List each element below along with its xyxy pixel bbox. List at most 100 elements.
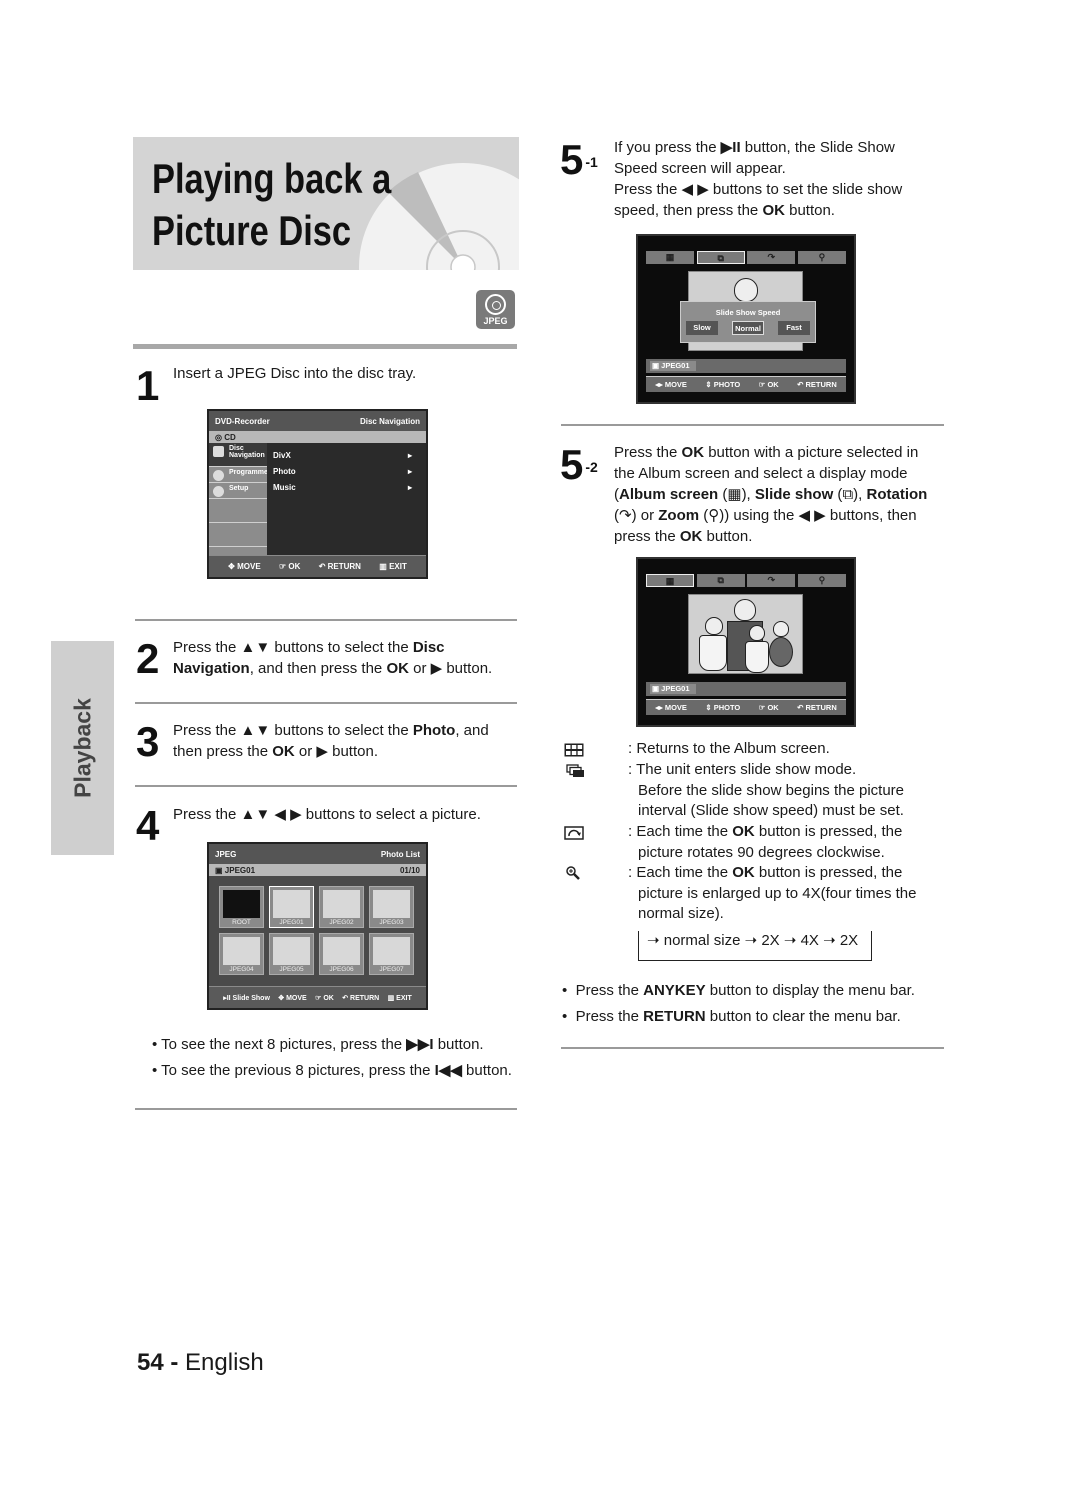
folder-thumbnail: [223, 890, 260, 918]
page-title-line-2: Picture Disc: [152, 207, 352, 254]
legend-zoom-text: : Each time the OK button is pressed, th…: [628, 864, 917, 923]
folder-icon: ▣: [652, 684, 662, 693]
footer-return: RETURN: [327, 562, 361, 571]
file-name: JPEG01: [661, 684, 690, 693]
menu-item-music[interactable]: Music ▸: [273, 483, 412, 499]
osd-header-left: JPEG: [215, 850, 237, 859]
slide-show-icon[interactable]: ⧉: [696, 574, 745, 587]
rotate-icon[interactable]: ↷: [747, 251, 796, 264]
side-item-programme[interactable]: Programme: [209, 467, 268, 483]
thumbnail-label: JPEG04: [229, 966, 254, 973]
menu-item-label: Photo: [273, 467, 296, 476]
osd-footer: ▸II Slide Show ✥ MOVE ☞ OK ↶ RETURN ▥ EX…: [209, 986, 426, 1008]
thumbnail[interactable]: ROOT: [219, 886, 264, 928]
folder-icon: ▣: [652, 361, 662, 370]
step-number: 1: [136, 362, 160, 409]
thumbnail[interactable]: JPEG05: [269, 933, 314, 975]
footer-move: MOVE: [664, 380, 687, 389]
osd-menu-list: DivX ▸ Photo ▸ Music ▸: [267, 443, 426, 555]
left-right-icon: ◂▸: [655, 703, 665, 712]
ok-icon: ☞: [278, 562, 289, 571]
legend-rotation-text: : Each time the OK button is pressed, th…: [628, 823, 903, 861]
speed-fast-button[interactable]: Fast: [778, 321, 810, 335]
rotate-icon[interactable]: ↷: [747, 574, 796, 587]
page-language: English: [185, 1349, 264, 1376]
thumbnail[interactable]: JPEG03: [369, 886, 414, 928]
skip-previous-icon: I◀◀: [434, 1062, 462, 1079]
menu-item-divx[interactable]: DivX ▸: [273, 451, 412, 467]
note-next-pictures: • To see the next 8 pictures, press the …: [152, 1036, 484, 1053]
thumbnail-label: JPEG05: [279, 966, 304, 973]
thumbnail[interactable]: JPEG07: [369, 933, 414, 975]
disc-icon: [485, 294, 506, 315]
speed-slow-button[interactable]: Slow: [686, 321, 718, 335]
footer-photo: PHOTO: [713, 703, 741, 712]
osd-header: DVD-Recorder Disc Navigation: [209, 411, 426, 431]
page-title: Playing back a Picture Disc: [152, 153, 391, 257]
file-name: JPEG01: [661, 361, 690, 370]
thumbnail-label: JPEG06: [329, 966, 354, 973]
menu-item-photo[interactable]: Photo ▸: [273, 467, 412, 483]
folder-name: JPEG01: [224, 866, 256, 875]
zoom-icon[interactable]: ⚲: [797, 251, 846, 264]
footer-photo: PHOTO: [713, 380, 741, 389]
section-divider: [135, 619, 517, 621]
cd-icon: ◎: [215, 433, 225, 442]
programme-icon: [213, 470, 224, 481]
photo-preview: [688, 594, 803, 674]
step-number: 4: [136, 802, 160, 849]
page-title-line-1: Playing back a: [152, 155, 392, 202]
thumbnail[interactable]: JPEG01: [269, 886, 314, 928]
slide-show-icon[interactable]: ⧉: [696, 251, 745, 264]
thumbnail[interactable]: JPEG02: [319, 886, 364, 928]
disc-navigation-icon: [213, 446, 224, 457]
zoom-icon: [566, 866, 580, 880]
thumbnail[interactable]: JPEG04: [219, 933, 264, 975]
album-grid-icon[interactable]: ▦: [646, 574, 694, 587]
step-5-2-text: Press the OK button with a picture selec…: [614, 444, 928, 545]
step-1-text: Insert a JPEG Disc into the disc tray.: [173, 365, 417, 382]
footer-return: RETURN: [350, 994, 380, 1002]
chevron-right-icon: ▸: [407, 483, 412, 492]
chevron-right-icon: ▸: [407, 451, 412, 460]
section-tab-label: Playback: [69, 698, 95, 798]
osd-header-left: DVD-Recorder: [215, 417, 270, 426]
osd-footer: ✥ MOVE ☞ OK ↶ RETURN ▥ EXIT: [209, 555, 426, 577]
legend-album-text: : Returns to the Album screen.: [628, 740, 830, 757]
side-item-label: Programme: [229, 469, 268, 476]
footer-ok: OK: [323, 994, 334, 1002]
gear-icon: [213, 486, 224, 497]
side-item-setup[interactable]: Setup: [209, 483, 267, 499]
osd-side-menu: Disc Navigation Programme Setup: [209, 443, 268, 555]
move-icon: ✥: [278, 994, 287, 1002]
speed-normal-button[interactable]: Normal: [732, 321, 764, 335]
step-5-1-text: If you press the ▶II button, the Slide S…: [614, 139, 903, 219]
section-divider: [133, 344, 517, 349]
jpeg-disc-badge: JPEG: [476, 290, 515, 329]
thumbnail-label: JPEG01: [279, 919, 304, 926]
footer-move: MOVE: [237, 562, 261, 571]
osd-folder-bar: ▣ JPEG01 01/10: [209, 864, 426, 876]
footer-exit: EXIT: [389, 562, 407, 571]
legend-slide-show-text: : The unit enters slide show mode. Befor…: [628, 761, 904, 820]
play-pause-icon: ▸II: [223, 994, 233, 1002]
photo-thumbnail: [273, 890, 310, 918]
side-item-disc-navigation[interactable]: Disc Navigation: [209, 443, 267, 467]
step-number: 3: [136, 718, 160, 765]
photo-thumbnail: [323, 890, 360, 918]
footer-ok: OK: [767, 380, 779, 389]
zoom-icon[interactable]: ⚲: [797, 574, 846, 587]
slide-show-speed-dialog: Slide Show Speed Slow Normal Fast: [680, 301, 816, 343]
menu-item-label: Music: [273, 483, 296, 492]
page-footer: 54 - English: [137, 1349, 264, 1377]
side-item-label: Disc Navigation: [229, 445, 265, 459]
chevron-right-icon: ▸: [407, 467, 412, 476]
dialog-title: Slide Show Speed: [715, 308, 781, 317]
zoom-cycle-text: ➝ normal size ➝ 2X ➝ 4X ➝ 2X: [645, 931, 861, 951]
section-tab-playback: Playback: [51, 641, 114, 855]
thumbnail[interactable]: JPEG06: [319, 933, 364, 975]
footer-exit: EXIT: [396, 994, 412, 1002]
album-grid-icon[interactable]: ▦: [646, 251, 694, 264]
page-counter: 01/10: [399, 866, 420, 875]
up-down-icon: ⇕: [705, 380, 714, 389]
